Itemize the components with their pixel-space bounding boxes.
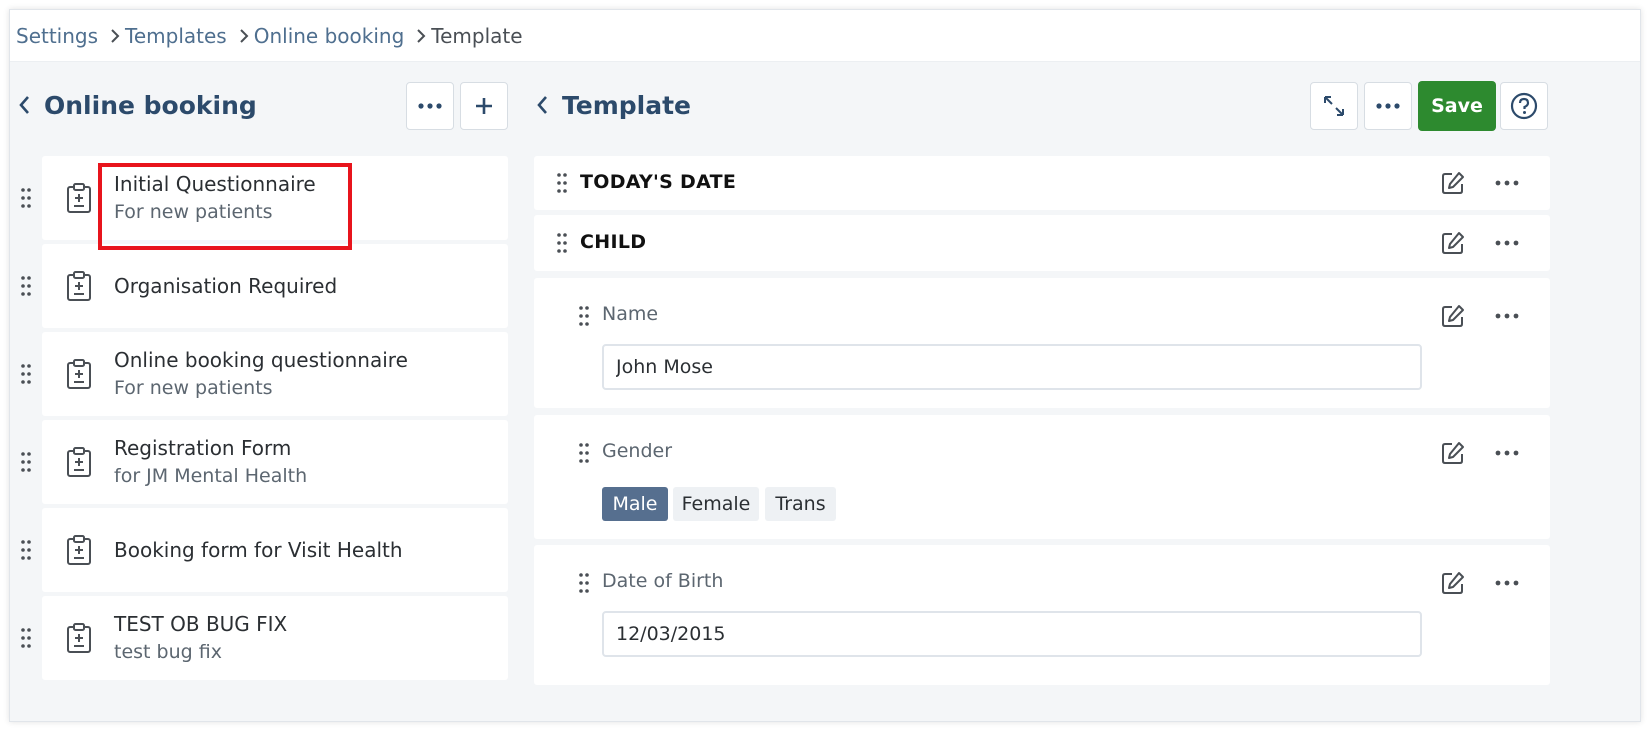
- plus-icon: [476, 98, 492, 114]
- clipboard-medical-icon: [66, 534, 92, 566]
- more-horizontal-icon[interactable]: [1492, 170, 1522, 196]
- drag-handle-icon[interactable]: [18, 626, 34, 650]
- clipboard-medical-icon: [66, 270, 92, 302]
- drag-handle-icon[interactable]: [554, 231, 570, 255]
- template-list-item-title: Booking form for Visit Health: [114, 538, 403, 562]
- template-list-item-subtitle: for JM Mental Health: [114, 465, 308, 487]
- edit-icon[interactable]: [1440, 440, 1466, 466]
- template-list-item-title: TEST OB BUG FIX: [114, 612, 288, 636]
- save-button[interactable]: Save: [1418, 81, 1496, 131]
- section-label: CHILD: [580, 231, 647, 253]
- chevron-right-icon: [110, 28, 120, 43]
- back-chevron-icon[interactable]: [536, 90, 558, 120]
- breadcrumb-templates[interactable]: Templates: [125, 24, 227, 48]
- chevron-right-icon: [239, 28, 249, 43]
- drag-handle-icon[interactable]: [554, 171, 570, 195]
- breadcrumb-template: Template: [431, 23, 523, 48]
- drag-handle-icon[interactable]: [18, 274, 34, 298]
- clipboard-medical-icon: [66, 358, 92, 390]
- more-horizontal-icon[interactable]: [1492, 570, 1522, 596]
- template-list-item-subtitle: For new patients: [114, 201, 273, 223]
- template-list-item-title: Registration Form: [114, 436, 292, 460]
- template-list-item[interactable]: Registration Form for JM Mental Health: [42, 420, 508, 504]
- gender-option-female[interactable]: Female: [673, 487, 759, 521]
- template-list-item[interactable]: TEST OB BUG FIX test bug fix: [42, 596, 508, 680]
- field-label: Gender: [602, 440, 673, 462]
- field-gender: Gender Male Female Trans: [534, 415, 1550, 539]
- drag-handle-icon[interactable]: [576, 571, 592, 595]
- breadcrumb-settings[interactable]: Settings: [16, 24, 98, 48]
- more-horizontal-icon[interactable]: [1492, 230, 1522, 256]
- gender-option-male[interactable]: Male: [602, 487, 668, 521]
- right-panel-header: Template: [536, 90, 691, 120]
- drag-handle-icon[interactable]: [576, 441, 592, 465]
- section-child: CHILD: [534, 215, 1550, 271]
- template-list-item[interactable]: Organisation Required: [42, 244, 508, 328]
- field-date-of-birth: Date of Birth: [534, 545, 1550, 685]
- template-list-item-subtitle: For new patients: [114, 377, 273, 399]
- more-horizontal-icon: [418, 103, 442, 109]
- app-frame: Settings Templates Online booking Templa…: [9, 9, 1641, 722]
- left-panel-header: Online booking: [18, 90, 257, 120]
- breadcrumb-online-booking[interactable]: Online booking: [254, 24, 405, 48]
- template-list-item-title: Organisation Required: [114, 274, 338, 298]
- template-list-item[interactable]: Initial Questionnaire For new patients: [42, 156, 508, 240]
- field-label: Name: [602, 303, 659, 325]
- template-list-item-subtitle: test bug fix: [114, 641, 222, 663]
- drag-handle-icon[interactable]: [18, 186, 34, 210]
- left-more-button[interactable]: [406, 82, 454, 130]
- edit-icon[interactable]: [1440, 230, 1466, 256]
- drag-handle-icon[interactable]: [18, 450, 34, 474]
- gender-option-trans[interactable]: Trans: [765, 487, 836, 521]
- field-label: Date of Birth: [602, 570, 724, 592]
- section-label: TODAY'S DATE: [580, 171, 737, 193]
- name-input[interactable]: [602, 344, 1422, 390]
- breadcrumb: Settings Templates Online booking Templa…: [10, 10, 1640, 62]
- expand-button[interactable]: [1310, 82, 1358, 130]
- more-horizontal-icon: [1376, 103, 1400, 109]
- right-panel-title: Template: [562, 90, 691, 120]
- clipboard-medical-icon: [66, 446, 92, 478]
- back-chevron-icon[interactable]: [18, 90, 40, 120]
- edit-icon[interactable]: [1440, 170, 1466, 196]
- left-panel-title: Online booking: [44, 90, 257, 120]
- clipboard-medical-icon: [66, 182, 92, 214]
- template-list-item-title: Initial Questionnaire: [114, 172, 316, 196]
- drag-handle-icon[interactable]: [18, 538, 34, 562]
- template-list-item-title: Online booking questionnaire: [114, 348, 408, 372]
- drag-handle-icon[interactable]: [18, 362, 34, 386]
- expand-icon: [1324, 96, 1344, 116]
- field-name: Name: [534, 278, 1550, 408]
- dob-input[interactable]: [602, 611, 1422, 657]
- template-list-item[interactable]: Booking form for Visit Health: [42, 508, 508, 592]
- drag-handle-icon[interactable]: [576, 304, 592, 328]
- more-horizontal-icon[interactable]: [1492, 303, 1522, 329]
- more-horizontal-icon[interactable]: [1492, 440, 1522, 466]
- chevron-right-icon: [416, 28, 426, 43]
- add-template-button[interactable]: [460, 82, 508, 130]
- template-list-item[interactable]: Online booking questionnaire For new pati…: [42, 332, 508, 416]
- help-button[interactable]: [1500, 82, 1548, 130]
- edit-icon[interactable]: [1440, 570, 1466, 596]
- help-icon: [1510, 92, 1538, 120]
- edit-icon[interactable]: [1440, 303, 1466, 329]
- clipboard-medical-icon: [66, 622, 92, 654]
- section-todays-date: TODAY'S DATE: [534, 156, 1550, 210]
- right-more-button[interactable]: [1364, 82, 1412, 130]
